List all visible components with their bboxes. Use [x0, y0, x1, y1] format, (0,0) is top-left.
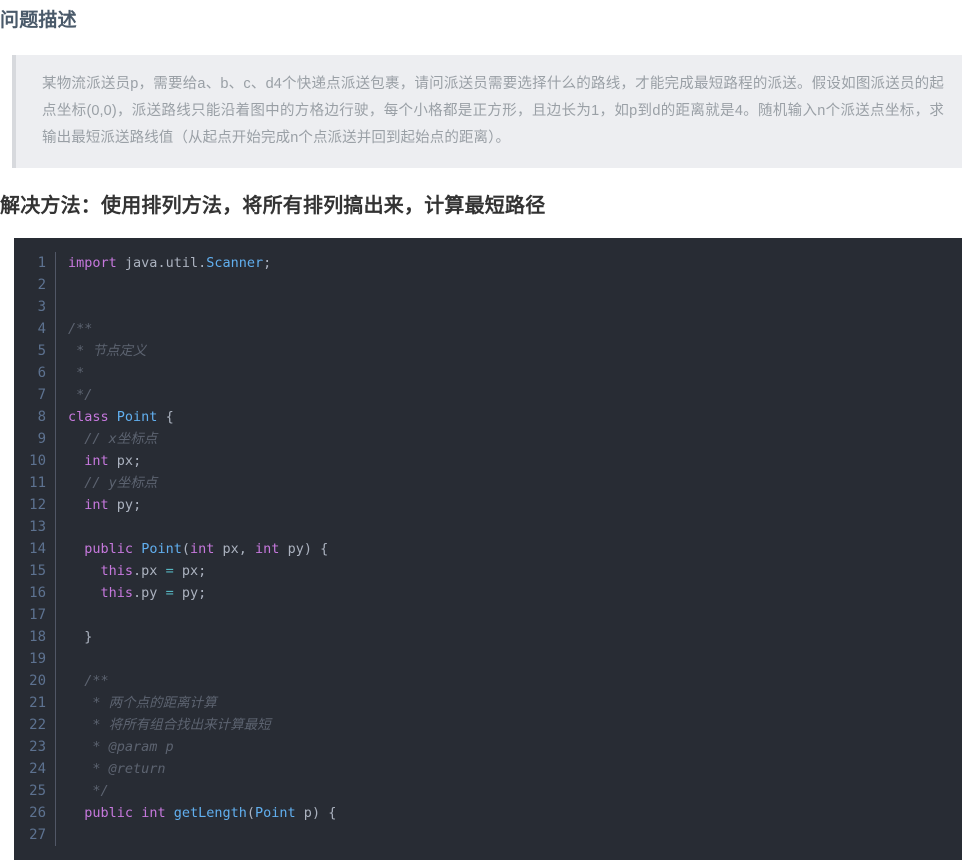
code-line: this.px = px;: [100, 563, 207, 579]
code-block[interactable]: 1 2 3 4 5 6 7 8 9 10 11 12 13 14 15 16 17 18 19 20 21 22 23 24 2…: [14, 238, 962, 860]
code-line: public Point(int px, int py) {: [84, 541, 329, 557]
line-number: 2: [37, 277, 46, 293]
code-line: }: [84, 629, 93, 645]
code-line: * 将所有组合找出来计算最短: [68, 717, 271, 733]
line-number: 13: [29, 519, 46, 535]
code-line: public int getLength(Point p) {: [84, 805, 337, 821]
code-line: // y坐标点: [68, 475, 158, 491]
code-line: */: [68, 387, 93, 403]
line-number: 6: [37, 365, 46, 381]
code-line: int px;: [84, 453, 142, 469]
line-number: 16: [29, 585, 46, 601]
code-line: this.py = py;: [100, 585, 207, 601]
code-line: * @return: [68, 761, 166, 777]
line-number: 18: [29, 629, 46, 645]
line-number: 24: [29, 761, 46, 777]
problem-description-text: 某物流派送员p，需要给a、b、c、d4个快递点派送包裹，请问派送员需要选择什么的…: [42, 76, 944, 146]
code-content[interactable]: import java.util.Scanner; /** * 节点定义 * *…: [56, 252, 962, 846]
problem-description-block: 某物流派送员p，需要给a、b、c、d4个快递点派送包裹，请问派送员需要选择什么的…: [0, 55, 962, 168]
line-number: 14: [29, 541, 46, 557]
code-line: * 节点定义: [68, 343, 147, 359]
code-line: */: [68, 783, 109, 799]
line-number: 17: [29, 607, 46, 623]
code-line: * @param p: [68, 739, 174, 755]
line-number: 10: [29, 453, 46, 469]
code-line: int py;: [84, 497, 142, 513]
code-line: * 两个点的距离计算: [68, 695, 217, 711]
line-number: 12: [29, 497, 46, 513]
code-line: import java.util.Scanner;: [68, 255, 272, 271]
line-number: 11: [29, 475, 46, 491]
line-number: 5: [37, 343, 46, 359]
line-number: 8: [37, 409, 46, 425]
line-number: 22: [29, 717, 46, 733]
problem-description-quote: 某物流派送员p，需要给a、b、c、d4个快递点派送包裹，请问派送员需要选择什么的…: [12, 55, 962, 168]
code-line-numbers: 1 2 3 4 5 6 7 8 9 10 11 12 13 14 15 16 17 18 19 20 21 22 23 24 2…: [14, 252, 56, 846]
line-number: 9: [37, 431, 46, 447]
line-number: 25: [29, 783, 46, 799]
line-number: 7: [37, 387, 46, 403]
line-number: 26: [29, 805, 46, 821]
line-number: 20: [29, 673, 46, 689]
line-number: 21: [29, 695, 46, 711]
solution-heading: 解决方法：使用排列方法，将所有排列搞出来，计算最短路径: [0, 195, 546, 217]
line-number: 27: [29, 827, 46, 843]
code-line: /**: [68, 673, 109, 689]
line-number: 19: [29, 651, 46, 667]
page-title: 问题描述: [0, 10, 77, 31]
line-number: 23: [29, 739, 46, 755]
line-number: 1: [37, 255, 46, 271]
line-number: 4: [37, 321, 46, 337]
code-line: class Point {: [68, 409, 174, 425]
code-line: *: [68, 365, 85, 381]
line-number: 3: [37, 299, 46, 315]
code-line: // x坐标点: [68, 431, 158, 447]
line-number: 15: [29, 563, 46, 579]
code-line: /**: [68, 321, 93, 337]
article-page: 问题描述 某物流派送员p，需要给a、b、c、d4个快递点派送包裹，请问派送员需要…: [0, 0, 962, 860]
